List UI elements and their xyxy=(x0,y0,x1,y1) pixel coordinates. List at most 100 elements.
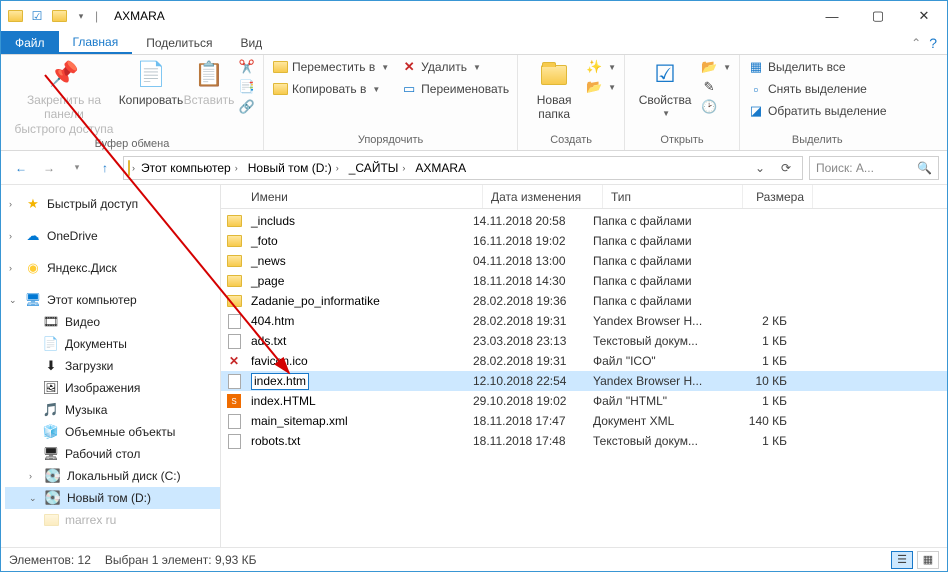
pc-icon: 🖥 xyxy=(25,292,41,308)
folder-icon xyxy=(7,8,23,24)
cut-button[interactable]: ✂️ xyxy=(239,59,255,75)
rename-input[interactable]: index.htm xyxy=(251,373,309,390)
nav-3d[interactable]: 🧊Объемные объекты xyxy=(5,421,220,443)
copy-button[interactable]: 📄 Копировать xyxy=(119,59,183,107)
nav-music[interactable]: 🎵Музыка xyxy=(5,399,220,421)
nav-downloads[interactable]: ⬇Загрузки xyxy=(5,355,220,377)
deselect-button[interactable]: ▫Снять выделение xyxy=(748,81,887,97)
file-type: Документ XML xyxy=(585,414,725,428)
paste-button[interactable]: 📋 Вставить xyxy=(183,59,235,107)
tab-file[interactable]: Файл xyxy=(1,31,59,54)
col-size[interactable]: Размера xyxy=(743,185,813,208)
table-row[interactable]: _news 04.11.2018 13:00 Папка с файлами xyxy=(221,251,947,271)
table-row[interactable]: S index.HTML 29.10.2018 19:02 Файл "HTML… xyxy=(221,391,947,411)
cut-icon: ✂️ xyxy=(239,59,255,75)
folder-icon xyxy=(128,161,130,175)
nav-onedrive[interactable]: ›☁OneDrive xyxy=(5,225,220,247)
expand-icon[interactable]: › xyxy=(29,471,39,481)
table-row[interactable]: index.htm 12.10.2018 22:54 Yandex Browse… xyxy=(221,371,947,391)
col-name[interactable]: Имени xyxy=(243,185,483,208)
open-button[interactable]: 📂▼ xyxy=(701,59,731,75)
table-row[interactable]: ✕ favicon.ico 28.02.2018 19:31 Файл "ICO… xyxy=(221,351,947,371)
file-name: Zadanie_po_informatike xyxy=(251,294,380,308)
table-row[interactable]: _foto 16.11.2018 19:02 Папка с файлами xyxy=(221,231,947,251)
table-row[interactable]: _includs 14.11.2018 20:58 Папка с файлам… xyxy=(221,211,947,231)
file-icon: ✕ xyxy=(225,353,243,369)
table-row[interactable]: robots.txt 18.11.2018 17:48 Текстовый до… xyxy=(221,431,947,451)
col-label: Размера xyxy=(756,190,804,204)
minimize-button[interactable]: — xyxy=(809,1,855,31)
move-to-button[interactable]: Переместить в▼ xyxy=(272,59,389,75)
maximize-button[interactable]: ▢ xyxy=(855,1,901,31)
history-button[interactable]: 🕑 xyxy=(701,99,731,115)
view-details-button[interactable]: ☰ xyxy=(891,551,913,569)
properties-button[interactable]: ☑ Свойства ▼ xyxy=(633,59,697,119)
table-row[interactable]: 404.htm 28.02.2018 19:31 Yandex Browser … xyxy=(221,311,947,331)
collapse-icon[interactable]: ⌄ xyxy=(9,295,19,306)
pin-button[interactable]: 📌 Закрепить на панели быстрого доступа xyxy=(9,59,119,136)
breadcrumb[interactable]: Новый том (D:)› xyxy=(244,161,343,175)
select-all-button[interactable]: ▦Выделить все xyxy=(748,59,887,75)
tab-home[interactable]: Главная xyxy=(59,31,133,54)
invert-button[interactable]: ◪Обратить выделение xyxy=(748,103,887,119)
rename-button[interactable]: ▭Переименовать xyxy=(401,81,509,97)
nav-video[interactable]: 🎞Видео xyxy=(5,311,220,333)
copy-path-button[interactable]: 📑 xyxy=(239,79,255,95)
table-row[interactable]: Zadanie_po_informatike 28.02.2018 19:36 … xyxy=(221,291,947,311)
back-button[interactable]: ← xyxy=(9,156,33,180)
up-button[interactable]: ↑ xyxy=(93,156,117,180)
table-row[interactable]: _page 18.11.2018 14:30 Папка с файлами xyxy=(221,271,947,291)
recent-dropdown[interactable]: ▾ xyxy=(65,156,89,180)
new-folder-button[interactable]: Новая папка xyxy=(526,59,582,122)
nav-local-c[interactable]: ›💽Локальный диск (C:) xyxy=(5,465,220,487)
col-date[interactable]: Дата изменения xyxy=(483,185,603,208)
nav-desktop[interactable]: 🖥Рабочий стол xyxy=(5,443,220,465)
file-name: _foto xyxy=(251,234,278,248)
video-icon: 🎞 xyxy=(43,314,59,330)
collapse-icon[interactable]: ⌄ xyxy=(29,493,39,504)
tab-share[interactable]: Поделиться xyxy=(132,31,226,54)
navigation-pane[interactable]: ›★Быстрый доступ ›☁OneDrive ›◉Яндекс.Дис… xyxy=(1,185,221,547)
breadcrumb[interactable]: AXMARA xyxy=(411,161,470,175)
table-row[interactable]: ads.txt 23.03.2018 23:13 Текстовый докум… xyxy=(221,331,947,351)
nav-yandex[interactable]: ›◉Яндекс.Диск xyxy=(5,257,220,279)
breadcrumb[interactable]: Этот компьютер› xyxy=(137,161,242,175)
expand-icon[interactable]: › xyxy=(9,263,19,273)
forward-button[interactable]: → xyxy=(37,156,61,180)
nav-documents[interactable]: 📄Документы xyxy=(5,333,220,355)
table-row[interactable]: main_sitemap.xml 18.11.2018 17:47 Докуме… xyxy=(221,411,947,431)
close-button[interactable]: ✕ xyxy=(901,1,947,31)
view-icons-button[interactable]: ▦ xyxy=(917,551,939,569)
copy-to-button[interactable]: Копировать в▼ xyxy=(272,81,389,97)
address-dropdown[interactable]: ⌄ xyxy=(748,161,772,175)
address-bar[interactable]: › Этот компьютер› Новый том (D:)› _САЙТЫ… xyxy=(123,156,803,180)
refresh-button[interactable]: ⟳ xyxy=(774,161,798,175)
search-input[interactable]: Поиск: A... 🔍 xyxy=(809,156,939,180)
nav-local-d[interactable]: ⌄💽Новый том (D:) xyxy=(5,487,220,509)
pin-icon: 📌 xyxy=(48,59,80,91)
edit-button[interactable]: ✎ xyxy=(701,79,731,95)
col-type[interactable]: Тип xyxy=(603,185,743,208)
nav-quick-access[interactable]: ›★Быстрый доступ xyxy=(5,193,220,215)
delete-button[interactable]: ✕Удалить▼ xyxy=(401,59,509,75)
expand-icon[interactable]: › xyxy=(9,199,19,209)
file-icon xyxy=(225,313,243,329)
nav-label: Яндекс.Диск xyxy=(47,261,117,275)
file-icon xyxy=(225,273,243,289)
easy-access-button[interactable]: 📂▼ xyxy=(586,79,616,95)
properties-icon[interactable]: ☑ xyxy=(29,8,45,24)
nav-extra[interactable]: marrex ru xyxy=(5,509,220,531)
help-icon[interactable]: ? xyxy=(929,35,937,51)
qat-dropdown-icon[interactable]: ▾ xyxy=(73,8,89,24)
nav-this-pc[interactable]: ⌄🖥Этот компьютер xyxy=(5,289,220,311)
expand-icon[interactable]: › xyxy=(9,231,19,241)
select-group-label: Выделить xyxy=(740,132,895,150)
delete-label: Удалить xyxy=(421,60,467,74)
ribbon-collapse-icon[interactable]: ⌃ xyxy=(911,36,921,50)
paste-shortcut-button[interactable]: 🔗 xyxy=(239,99,255,115)
new-item-button[interactable]: ✨▼ xyxy=(586,59,616,75)
tab-view[interactable]: Вид xyxy=(226,31,276,54)
copy-label: Копировать xyxy=(119,93,184,107)
breadcrumb[interactable]: _САЙТЫ› xyxy=(345,161,410,175)
nav-pictures[interactable]: 🖼Изображения xyxy=(5,377,220,399)
